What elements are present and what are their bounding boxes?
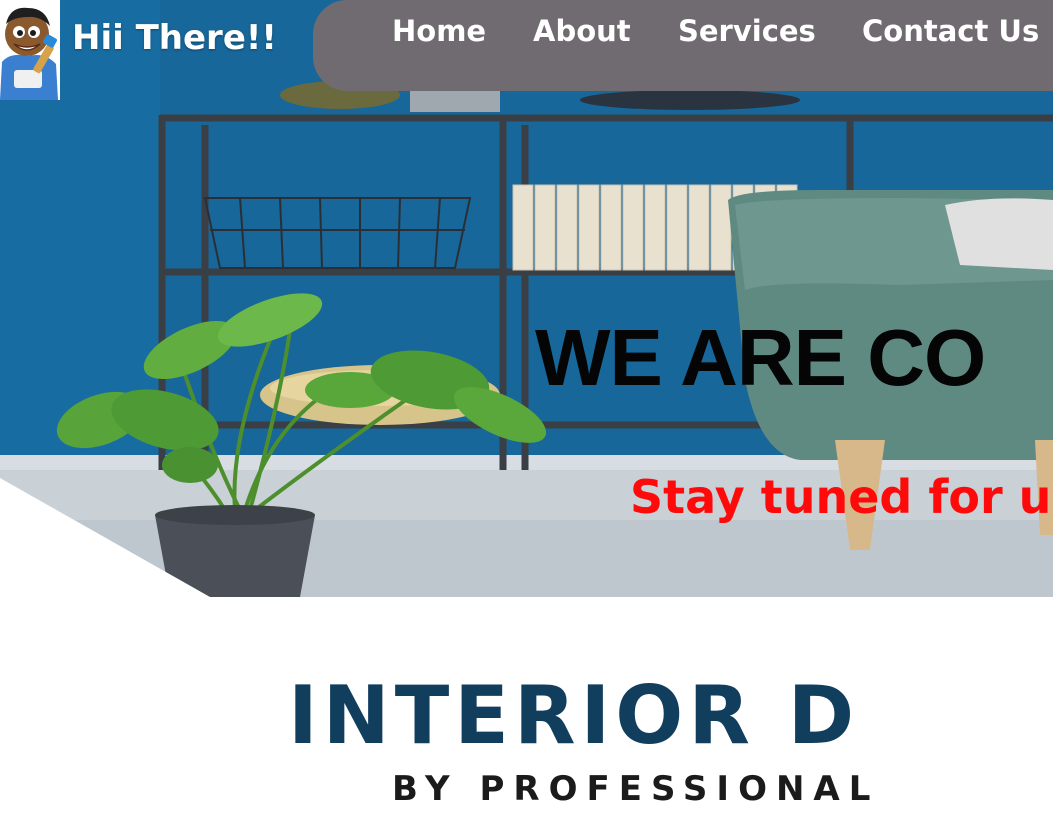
nav-link-about[interactable]: About <box>533 14 631 48</box>
nav-link-home[interactable]: Home <box>392 14 486 48</box>
main-navigation: Home About Services Contact Us <box>313 0 1053 91</box>
nav-link-contact[interactable]: Contact Us <box>862 14 1039 48</box>
brand-subtitle: BY PROFESSIONAL <box>392 769 880 809</box>
hero-subline: Stay tuned for up <box>630 470 1053 524</box>
site-title: Hii There!! <box>72 18 277 58</box>
brand-title: INTERIOR D <box>288 669 860 762</box>
nav-link-services[interactable]: Services <box>678 14 816 48</box>
hero-headline: WE ARE CO <box>535 313 986 402</box>
painter-mascot-icon <box>0 7 58 100</box>
page: WE ARE CO Stay tuned for up Hii There!! … <box>0 0 1053 815</box>
logo[interactable] <box>0 0 60 100</box>
